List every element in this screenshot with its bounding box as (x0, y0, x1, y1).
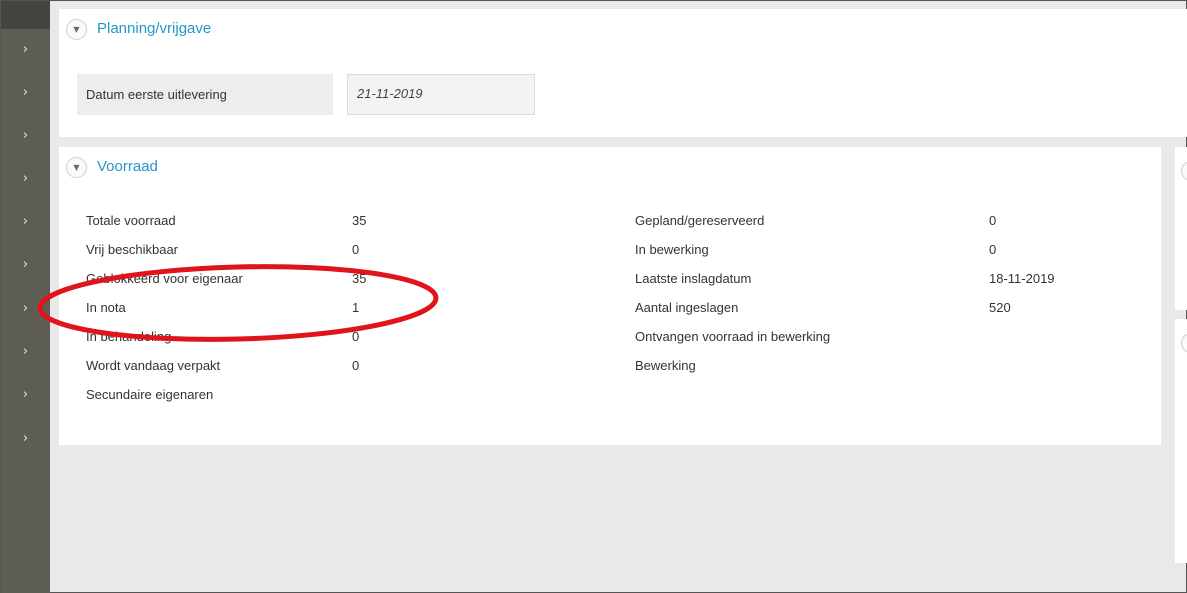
stock-label-secondary-owners: Secundaire eigenaren (86, 387, 214, 402)
stock-label-received-in-processing: Ontvangen voorraad in bewerking (635, 329, 831, 344)
sidebar-expand-icon[interactable]: › (1, 299, 50, 319)
stock-label-last-receipt-date: Laatste inslagdatum (635, 271, 752, 286)
stock-value-in-processing: 0 (989, 242, 997, 257)
side-panel-bottom (1175, 319, 1187, 563)
sidebar-expand-icon[interactable]: › (1, 83, 50, 103)
stock-value-blocked: 35 (352, 271, 367, 286)
planning-title[interactable]: Planning/vrijgave (97, 19, 211, 39)
side-panel-top (1175, 147, 1187, 310)
stock-label-total: Totale voorraad (86, 213, 176, 228)
collapse-toggle-icon[interactable] (1181, 161, 1187, 181)
stock-value-last-receipt-date: 18-11-2019 (989, 271, 1055, 286)
stock-label-packed-today: Wordt vandaag verpakt (86, 358, 221, 373)
stock-value-planned: 0 (989, 213, 997, 228)
stock-value-free: 0 (352, 242, 360, 257)
stock-label-in-treatment: In behandeling (86, 329, 172, 344)
stock-value-received-count: 520 (989, 300, 1011, 315)
voorraad-panel: ▼ Voorraad Totale voorraad 35 Vrij besch… (59, 147, 1161, 445)
collapse-toggle-icon[interactable]: ▼ (66, 157, 87, 178)
sidebar-top-strip (1, 1, 50, 29)
left-sidebar: › › › › › › › › › › (1, 1, 50, 593)
stock-label-planned: Gepland/gereserveerd (635, 213, 765, 228)
sidebar-expand-icon[interactable]: › (1, 429, 50, 449)
stock-label-received-count: Aantal ingeslagen (635, 300, 739, 315)
stock-value-in-nota: 1 (352, 300, 360, 315)
sidebar-expand-icon[interactable]: › (1, 342, 50, 362)
stock-value-total: 35 (352, 213, 367, 228)
planning-panel: ▼ Planning/vrijgave Datum eerste uitleve… (59, 9, 1187, 137)
first-delivery-date-field[interactable]: 21-11-2019 (347, 74, 535, 115)
stock-label-blocked: Geblokkeerd voor eigenaar (86, 271, 243, 286)
stock-label-free: Vrij beschikbaar (86, 242, 179, 257)
sidebar-expand-icon[interactable]: › (1, 40, 50, 60)
first-delivery-date-label: Datum eerste uitlevering (77, 74, 333, 115)
sidebar-expand-icon[interactable]: › (1, 169, 50, 189)
stock-label-in-processing: In bewerking (635, 242, 709, 257)
stock-value-packed-today: 0 (352, 358, 360, 373)
stock-label-in-nota: In nota (86, 300, 126, 315)
voorraad-title[interactable]: Voorraad (97, 157, 158, 177)
sidebar-expand-icon[interactable]: › (1, 212, 50, 232)
sidebar-expand-icon[interactable]: › (1, 255, 50, 275)
sidebar-expand-icon[interactable]: › (1, 385, 50, 405)
collapse-toggle-icon[interactable]: ▼ (66, 19, 87, 40)
stock-label-processing: Bewerking (635, 358, 696, 373)
stock-value-in-treatment: 0 (352, 329, 360, 344)
collapse-toggle-icon[interactable] (1181, 333, 1187, 353)
sidebar-expand-icon[interactable]: › (1, 126, 50, 146)
